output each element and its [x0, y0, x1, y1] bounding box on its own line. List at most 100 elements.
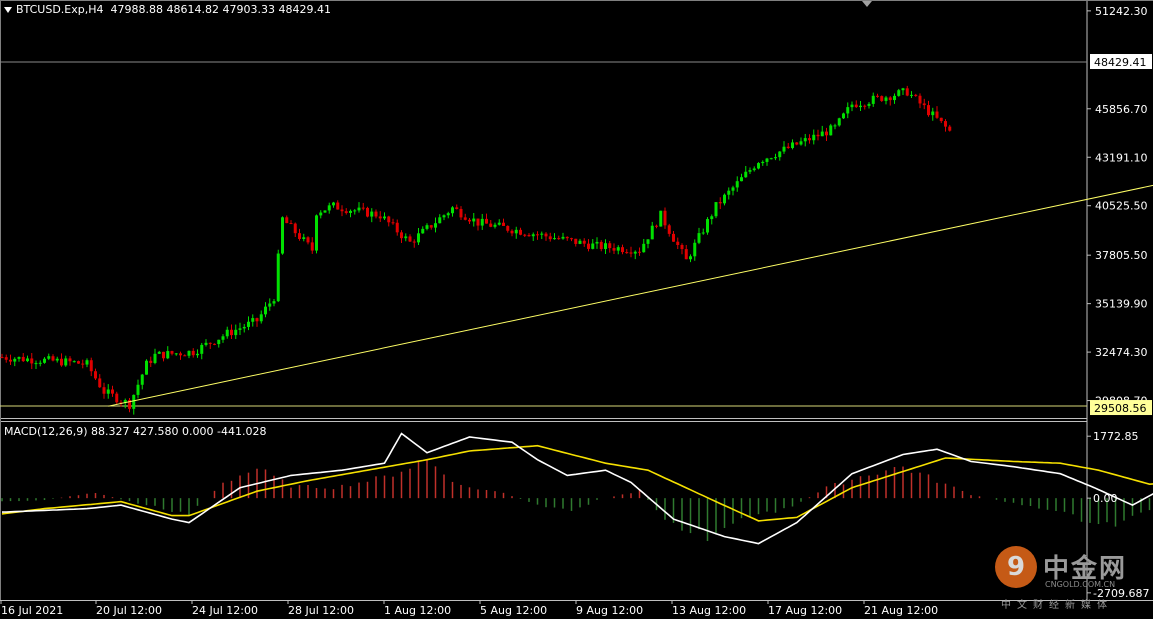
candle — [693, 242, 697, 257]
time-axis-label: 21 Aug 12:00 — [864, 604, 938, 617]
candle — [574, 238, 578, 244]
candle — [136, 384, 140, 395]
candle — [842, 113, 845, 119]
price-axis-label: 51242.30 — [1095, 5, 1148, 18]
candle — [30, 358, 34, 364]
candle — [548, 236, 552, 240]
price-axis-label: 32474.30 — [1095, 346, 1148, 359]
candle — [604, 243, 607, 250]
candle — [157, 351, 161, 354]
candle — [778, 151, 782, 158]
candle — [298, 233, 301, 240]
chart-canvas[interactable]: 51242.30 45856.70 43191.10 40525.50 37805.50… — [0, 0, 1153, 619]
candle — [846, 107, 850, 114]
time-axis-label: 24 Jul 12:00 — [192, 604, 258, 617]
candle — [230, 329, 233, 336]
candle — [463, 217, 467, 220]
candle — [608, 243, 612, 249]
candle — [166, 351, 170, 359]
candle — [676, 241, 680, 245]
candle — [837, 118, 841, 126]
price-axis-label: 35139.90 — [1095, 298, 1148, 311]
candle — [625, 252, 629, 254]
candle — [446, 213, 450, 216]
candle — [727, 190, 731, 195]
candle — [633, 251, 637, 254]
dropdown-triangle-icon[interactable] — [4, 7, 12, 13]
time-axis-label: 28 Jul 12:00 — [288, 604, 354, 617]
candle — [306, 237, 310, 243]
candle — [51, 356, 55, 361]
candle — [897, 90, 901, 96]
current-price-label: 48429.41 — [1094, 56, 1147, 69]
candle — [829, 125, 833, 136]
time-axis-label: 9 Aug 12:00 — [576, 604, 643, 617]
candle — [60, 358, 63, 366]
candle — [213, 343, 216, 345]
candle — [816, 134, 820, 137]
candle — [480, 218, 484, 226]
candle — [391, 222, 395, 224]
candle — [0, 357, 4, 359]
candle — [557, 238, 561, 240]
candle — [697, 233, 701, 243]
candle — [55, 358, 59, 361]
candle — [893, 95, 896, 101]
candle — [451, 207, 454, 214]
candle — [149, 360, 153, 363]
candle — [502, 222, 505, 226]
candle — [536, 234, 539, 236]
candle — [153, 353, 157, 363]
candle — [9, 359, 12, 362]
macd-header: MACD(12,26,9) 88.327 427.580 0.000 -441.… — [4, 425, 267, 438]
candle — [276, 253, 280, 302]
candle — [383, 216, 386, 219]
candle — [863, 105, 867, 107]
candle — [582, 240, 586, 244]
candle — [361, 207, 365, 209]
candle — [255, 318, 259, 322]
watermark-logo: 9 中金网 CNGOLD.COM.CN 中文财经新媒体 — [995, 546, 1145, 611]
candle — [599, 241, 603, 250]
candle — [196, 353, 199, 356]
candle — [731, 187, 735, 191]
candle — [578, 240, 582, 244]
candle — [268, 303, 272, 307]
candle — [94, 371, 97, 379]
price-axis-label: 40525.50 — [1095, 200, 1148, 213]
support-trendline[interactable] — [108, 35, 1153, 407]
candle — [378, 216, 382, 219]
candle — [472, 218, 476, 222]
candle — [68, 358, 72, 362]
candle — [370, 211, 374, 217]
candle — [412, 241, 416, 243]
candle — [748, 170, 752, 172]
scroll-marker-icon[interactable] — [862, 1, 872, 7]
candle — [400, 232, 403, 239]
candle — [374, 211, 378, 217]
candle — [221, 336, 225, 340]
candle — [170, 351, 174, 354]
candle — [510, 230, 514, 234]
candle — [667, 225, 671, 234]
candle — [833, 125, 837, 127]
time-axis-label: 1 Aug 12:00 — [384, 604, 451, 617]
price-axis-label: 45856.70 — [1095, 103, 1148, 116]
candle — [689, 256, 692, 260]
candle — [718, 202, 722, 204]
candle — [680, 244, 684, 250]
candle — [344, 211, 348, 213]
candle — [701, 232, 705, 234]
candle — [774, 157, 777, 159]
candle — [799, 141, 803, 145]
candle — [531, 234, 535, 237]
candle — [225, 329, 229, 337]
candle — [514, 229, 518, 234]
candle — [366, 207, 369, 217]
candle — [349, 210, 352, 213]
candle — [570, 238, 573, 240]
candle — [191, 350, 195, 356]
chart-header: BTCUSD.Exp,H4 47988.88 48614.82 47903.33… — [4, 3, 331, 16]
candle — [710, 216, 714, 220]
candle — [519, 229, 522, 235]
